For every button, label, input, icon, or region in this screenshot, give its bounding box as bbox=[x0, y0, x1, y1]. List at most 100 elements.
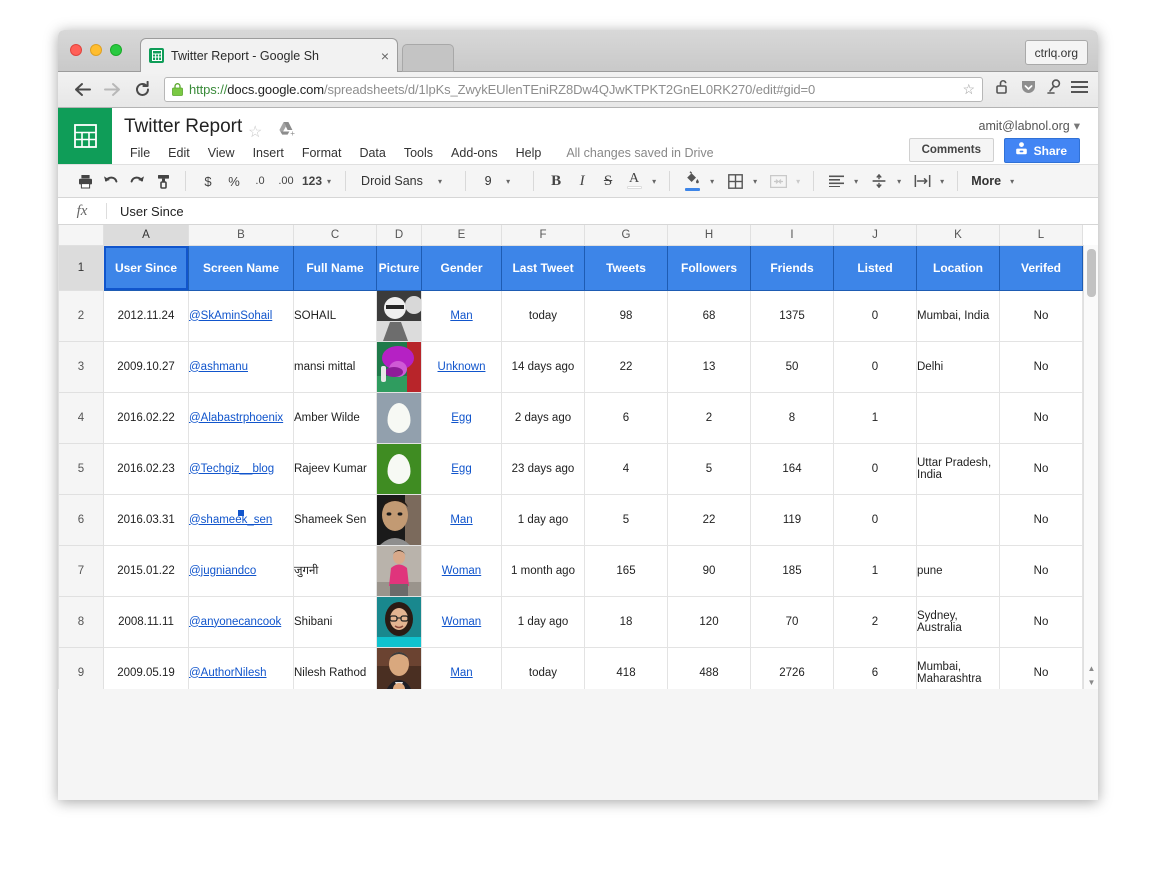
cell-user-since[interactable]: 2012.11.24 bbox=[104, 290, 189, 341]
percent-format-button[interactable]: % bbox=[221, 169, 247, 193]
row-header-4[interactable]: 4 bbox=[59, 392, 104, 443]
cell-location[interactable]: Mumbai, Maharashtra bbox=[917, 647, 1000, 689]
strikethrough-button[interactable]: S bbox=[595, 169, 621, 193]
cell-gender[interactable]: Man bbox=[422, 290, 502, 341]
gender-link[interactable]: Egg bbox=[451, 463, 471, 475]
chevron-down-icon[interactable]: ▾ bbox=[940, 177, 944, 186]
cell-tweets[interactable]: 418 bbox=[585, 647, 668, 689]
cell-last-tweet[interactable]: today bbox=[502, 290, 585, 341]
column-header-i[interactable]: I bbox=[751, 225, 834, 245]
cell-tweets[interactable]: 165 bbox=[585, 545, 668, 596]
column-header-l[interactable]: L bbox=[1000, 225, 1083, 245]
chevron-down-icon[interactable]: ▾ bbox=[1010, 177, 1014, 186]
cell-screen-name[interactable]: @ashmanu bbox=[189, 341, 294, 392]
screen-name-link[interactable]: @shameek_sen bbox=[189, 514, 272, 526]
row-header-3[interactable]: 3 bbox=[59, 341, 104, 392]
cell-picture[interactable] bbox=[377, 392, 422, 443]
cell-last-tweet[interactable]: 2 days ago bbox=[502, 392, 585, 443]
address-bar[interactable]: https://docs.google.com/spreadsheets/d/1… bbox=[164, 77, 983, 102]
screen-name-link[interactable]: @jugniandco bbox=[189, 565, 256, 577]
bookmark-star-icon[interactable]: ☆ bbox=[962, 81, 975, 98]
cell-last-tweet[interactable]: 1 month ago bbox=[502, 545, 585, 596]
row-header-2[interactable]: 2 bbox=[59, 290, 104, 341]
cell-friends[interactable]: 1375 bbox=[751, 290, 834, 341]
header-cell-verified[interactable]: Verifed bbox=[1000, 245, 1083, 290]
cell-friends[interactable]: 185 bbox=[751, 545, 834, 596]
cell-gender[interactable]: Man bbox=[422, 494, 502, 545]
cell-tweets[interactable]: 22 bbox=[585, 341, 668, 392]
header-cell-gender[interactable]: Gender bbox=[422, 245, 502, 290]
cell-user-since[interactable]: 2016.02.23 bbox=[104, 443, 189, 494]
cell-listed[interactable]: 0 bbox=[834, 341, 917, 392]
cell-full-name[interactable]: Rajeev Kumar bbox=[294, 443, 377, 494]
cell-followers[interactable]: 5 bbox=[668, 443, 751, 494]
cell-location[interactable]: Uttar Pradesh, India bbox=[917, 443, 1000, 494]
chevron-down-icon[interactable]: ▾ bbox=[506, 177, 510, 186]
lamp-icon[interactable] bbox=[1046, 79, 1062, 100]
cell-picture[interactable] bbox=[377, 341, 422, 392]
italic-button[interactable]: I bbox=[569, 169, 595, 193]
cell-gender[interactable]: Woman bbox=[422, 545, 502, 596]
cell-verified[interactable]: No bbox=[1000, 545, 1083, 596]
row-header-9[interactable]: 9 bbox=[59, 647, 104, 689]
cell-friends[interactable]: 50 bbox=[751, 341, 834, 392]
cell-screen-name[interactable]: @Alabastrphoenix bbox=[189, 392, 294, 443]
google-sheets-logo-icon[interactable] bbox=[58, 108, 112, 164]
cell-listed[interactable]: 2 bbox=[834, 596, 917, 647]
cell-verified[interactable]: No bbox=[1000, 596, 1083, 647]
gender-link[interactable]: Egg bbox=[451, 412, 471, 424]
cell-followers[interactable]: 90 bbox=[668, 545, 751, 596]
column-header-e[interactable]: E bbox=[422, 225, 502, 245]
vertical-align-button[interactable] bbox=[866, 169, 892, 193]
menu-file[interactable]: File bbox=[121, 144, 159, 162]
menu-tools[interactable]: Tools bbox=[395, 144, 442, 162]
text-wrap-button[interactable] bbox=[909, 169, 935, 193]
cell-verified[interactable]: No bbox=[1000, 341, 1083, 392]
screen-name-link[interactable]: @ashmanu bbox=[189, 361, 248, 373]
header-cell-followers[interactable]: Followers bbox=[668, 245, 751, 290]
gender-link[interactable]: Unknown bbox=[438, 361, 486, 373]
close-window-button[interactable] bbox=[70, 44, 82, 56]
cell-last-tweet[interactable]: 1 day ago bbox=[502, 494, 585, 545]
cell-screen-name[interactable]: @Techgiz__blog bbox=[189, 443, 294, 494]
chevron-down-icon[interactable]: ▾ bbox=[897, 177, 901, 186]
document-title[interactable]: Twitter Report bbox=[124, 116, 242, 138]
browser-tab[interactable]: Twitter Report - Google Sh × bbox=[140, 38, 398, 72]
header-cell-listed[interactable]: Listed bbox=[834, 245, 917, 290]
decrease-decimal-button[interactable]: .0 bbox=[247, 169, 273, 193]
account-email[interactable]: amit@labnol.org▾ bbox=[979, 118, 1081, 133]
cell-screen-name[interactable]: @anyonecancook bbox=[189, 596, 294, 647]
cell-full-name[interactable]: SOHAIL bbox=[294, 290, 377, 341]
cell-full-name[interactable]: Shameek Sen bbox=[294, 494, 377, 545]
screen-name-link[interactable]: @SkAminSohail bbox=[189, 310, 272, 322]
hamburger-menu-icon[interactable] bbox=[1071, 80, 1088, 99]
menu-view[interactable]: View bbox=[199, 144, 244, 162]
bold-button[interactable]: B bbox=[543, 169, 569, 193]
minimize-window-button[interactable] bbox=[90, 44, 102, 56]
move-to-drive-icon[interactable]: + bbox=[278, 121, 295, 142]
cell-user-since[interactable]: 2015.01.22 bbox=[104, 545, 189, 596]
cell-picture[interactable] bbox=[377, 443, 422, 494]
column-header-k[interactable]: K bbox=[917, 225, 1000, 245]
cell-location[interactable]: Delhi bbox=[917, 341, 1000, 392]
cell-listed[interactable]: 0 bbox=[834, 494, 917, 545]
paint-format-icon[interactable] bbox=[150, 169, 176, 193]
close-tab-icon[interactable]: × bbox=[381, 48, 389, 64]
cell-followers[interactable]: 120 bbox=[668, 596, 751, 647]
cell-followers[interactable]: 2 bbox=[668, 392, 751, 443]
formula-input[interactable]: User Since bbox=[107, 204, 184, 219]
cell-user-since[interactable]: 2009.10.27 bbox=[104, 341, 189, 392]
column-header-d[interactable]: D bbox=[377, 225, 422, 245]
cell-location[interactable]: Sydney, Australia bbox=[917, 596, 1000, 647]
cell-screen-name[interactable]: @SkAminSohail bbox=[189, 290, 294, 341]
row-header-1[interactable]: 1 bbox=[59, 245, 104, 290]
cell-tweets[interactable]: 18 bbox=[585, 596, 668, 647]
cell-full-name[interactable]: Nilesh Rathod bbox=[294, 647, 377, 689]
undo-icon[interactable] bbox=[98, 169, 124, 193]
cell-listed[interactable]: 0 bbox=[834, 443, 917, 494]
star-outline-icon[interactable]: ☆ bbox=[248, 122, 262, 142]
cell-verified[interactable]: No bbox=[1000, 647, 1083, 689]
cell-verified[interactable]: No bbox=[1000, 494, 1083, 545]
menu-format[interactable]: Format bbox=[293, 144, 351, 162]
cell-user-since[interactable]: 2016.03.31 bbox=[104, 494, 189, 545]
